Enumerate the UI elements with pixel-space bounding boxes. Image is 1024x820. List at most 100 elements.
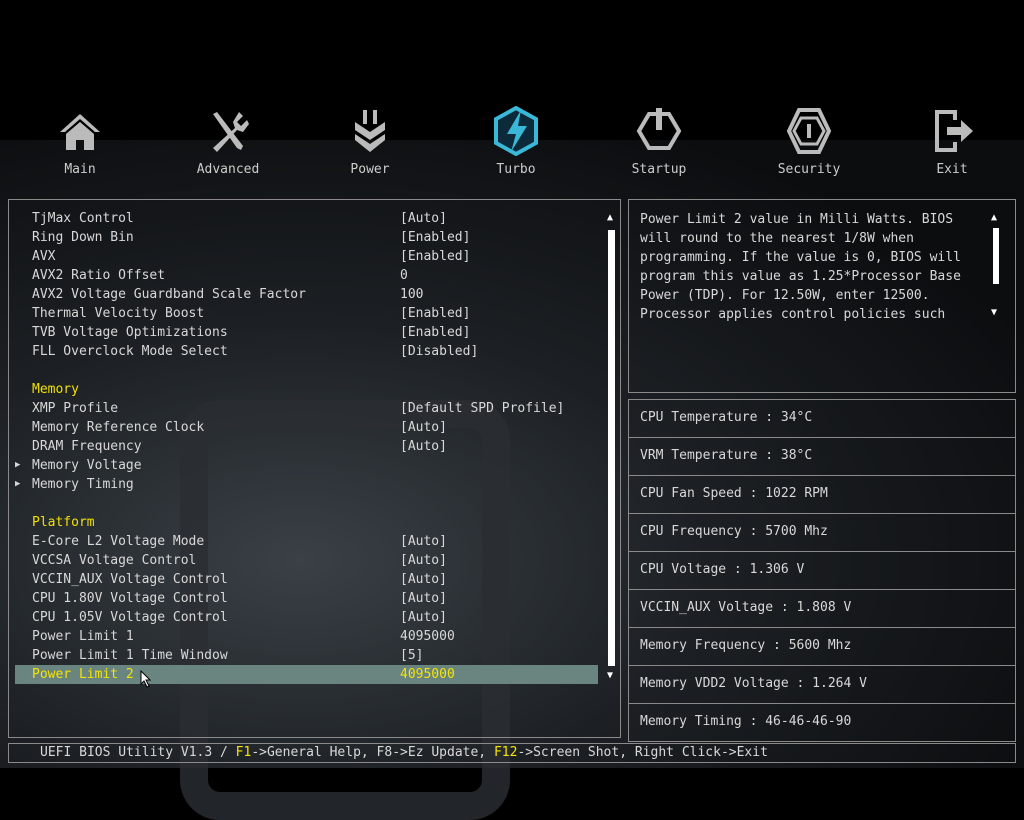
setting-row[interactable]: AVX2 Ratio Offset 0 (15, 266, 598, 285)
monitor-item: CPU Temperature : 34°C (628, 399, 1016, 438)
setting-label: AVX2 Voltage Guardband Scale Factor (32, 287, 306, 302)
setting-row[interactable]: DRAM Frequency [Auto] (15, 437, 598, 456)
settings-scrollbar[interactable] (608, 230, 615, 666)
status-bar: UEFI BIOS Utility V1.3 / F1->General Hel… (8, 743, 1016, 763)
setting-label: Power Limit 1 (32, 629, 134, 644)
tab-label: Main (64, 162, 96, 177)
help-panel: Power Limit 2 value in Milli Watts. BIOS… (628, 199, 1016, 393)
setting-label: AVX2 Ratio Offset (32, 268, 166, 283)
tab-startup[interactable]: Startup (604, 100, 714, 177)
tab-exit[interactable]: Exit (897, 100, 1007, 177)
setting-row[interactable]: VCCIN_AUX Voltage Control [Auto] (15, 570, 598, 589)
setting-value[interactable]: [Auto] (400, 437, 447, 456)
setting-row[interactable]: CPU 1.80V Voltage Control [Auto] (15, 589, 598, 608)
setting-row[interactable]: Power Limit 1 Time Window [5] (15, 646, 598, 665)
setting-value[interactable]: [Auto] (400, 551, 447, 570)
setting-row[interactable]: Memory Reference Clock [Auto] (15, 418, 598, 437)
tab-label: Advanced (196, 162, 260, 177)
setting-label: Memory Reference Clock (32, 420, 205, 435)
monitor-item: CPU Frequency : 5700 Mhz (628, 513, 1016, 552)
setting-row[interactable]: XMP Profile [Default SPD Profile] (15, 399, 598, 418)
setting-value[interactable]: [Enabled] (400, 247, 470, 266)
setting-value[interactable]: [Enabled] (400, 304, 470, 323)
setting-label: Memory Timing (32, 477, 134, 492)
power-icon (636, 108, 682, 150)
f12-hint: ->Screen Shot, Right Click->Exit (517, 745, 768, 760)
setting-value[interactable]: 4095000 (400, 665, 455, 684)
setting-value[interactable]: [Enabled] (400, 323, 470, 342)
setting-label: Power Limit 1 Time Window (32, 648, 228, 663)
setting-value[interactable]: [5] (400, 646, 423, 665)
setting-value[interactable]: [Auto] (400, 589, 447, 608)
setting-row[interactable]: TjMax Control [Auto] (15, 209, 598, 228)
tab-main[interactable]: Main (25, 100, 135, 177)
plug-icon (355, 110, 385, 152)
setting-value[interactable]: [Auto] (400, 209, 447, 228)
setting-value[interactable]: [Auto] (400, 608, 447, 627)
tab-label: Security (777, 162, 841, 177)
scroll-up-icon[interactable]: ▲ (607, 212, 613, 223)
setting-label: DRAM Frequency (32, 439, 142, 454)
submenu-arrow-icon: ▶ (15, 479, 21, 489)
setting-value[interactable]: [Default SPD Profile] (400, 399, 564, 418)
setting-label: CPU 1.05V Voltage Control (32, 610, 228, 625)
setting-row[interactable]: VCCSA Voltage Control [Auto] (15, 551, 598, 570)
tab-turbo[interactable]: Turbo (461, 100, 571, 177)
setting-row[interactable]: TVB Voltage Optimizations [Enabled] (15, 323, 598, 342)
setting-label: TjMax Control (32, 211, 134, 226)
setting-label: Ring Down Bin (32, 230, 134, 245)
help-scroll-up-icon[interactable]: ▲ (991, 212, 997, 223)
setting-row[interactable]: Thermal Velocity Boost [Enabled] (15, 304, 598, 323)
setting-row[interactable]: AVX2 Voltage Guardband Scale Factor 100 (15, 285, 598, 304)
tab-label: Exit (936, 162, 968, 177)
setting-value[interactable]: [Disabled] (400, 342, 478, 361)
setting-label: TVB Voltage Optimizations (32, 325, 228, 340)
monitor-item: CPU Fan Speed : 1022 RPM (628, 475, 1016, 514)
setting-row[interactable]: Power Limit 1 4095000 (15, 627, 598, 646)
setting-label: VCCSA Voltage Control (32, 553, 197, 568)
home-icon (60, 114, 100, 150)
setting-value[interactable]: [Auto] (400, 532, 447, 551)
setting-value[interactable]: 0 (400, 266, 408, 285)
setting-label: AVX (32, 249, 56, 264)
setting-label: E-Core L2 Voltage Mode (32, 534, 205, 549)
section-header: Platform (15, 513, 598, 532)
setting-label: Memory Voltage (32, 458, 142, 473)
monitor-item: Memory VDD2 Voltage : 1.264 V (628, 665, 1016, 704)
setting-row[interactable]: AVX [Enabled] (15, 247, 598, 266)
tab-security[interactable]: Security (754, 100, 864, 177)
monitor-item: CPU Voltage : 1.306 V (628, 551, 1016, 590)
setting-value[interactable]: 100 (400, 285, 423, 304)
monitor-item: VCCIN_AUX Voltage : 1.808 V (628, 589, 1016, 628)
monitor-item: Memory Timing : 46-46-46-90 (628, 703, 1016, 742)
monitor-item: VRM Temperature : 38°C (628, 437, 1016, 476)
setting-value[interactable]: [Auto] (400, 418, 447, 437)
help-scrollbar[interactable] (993, 228, 999, 284)
setting-value[interactable]: [Enabled] (400, 228, 470, 247)
tab-advanced[interactable]: Advanced (173, 100, 283, 177)
setting-row[interactable]: Ring Down Bin [Enabled] (15, 228, 598, 247)
setting-label: Power Limit 2 (32, 667, 134, 682)
help-text: Power Limit 2 value in Milli Watts. BIOS… (640, 212, 961, 322)
setting-label: XMP Profile (32, 401, 119, 416)
mouse-cursor-icon (140, 670, 152, 688)
tab-power[interactable]: Power (315, 100, 425, 177)
help-scroll-down-icon[interactable]: ▼ (991, 307, 997, 318)
setting-row[interactable]: CPU 1.05V Voltage Control [Auto] (15, 608, 598, 627)
setting-label: Platform (32, 515, 95, 530)
setting-row[interactable]: E-Core L2 Voltage Mode [Auto] (15, 532, 598, 551)
setting-value[interactable]: 4095000 (400, 627, 455, 646)
setting-row[interactable]: FLL Overclock Mode Select [Disabled] (15, 342, 598, 361)
setting-row[interactable]: ▶ Memory Timing (15, 475, 598, 494)
setting-row[interactable]: Power Limit 2 4095000 (15, 665, 598, 684)
setting-row[interactable]: ▶ Memory Voltage (15, 456, 598, 475)
f1-hint: ->General Help, F8->Ez Update, (251, 745, 494, 760)
scroll-down-icon[interactable]: ▼ (607, 670, 613, 681)
setting-value[interactable]: [Auto] (400, 570, 447, 589)
tab-label: Turbo (496, 162, 536, 177)
f12-key: F12 (493, 745, 518, 760)
turbo-bolt-icon (494, 106, 538, 156)
setting-label: CPU 1.80V Voltage Control (32, 591, 228, 606)
